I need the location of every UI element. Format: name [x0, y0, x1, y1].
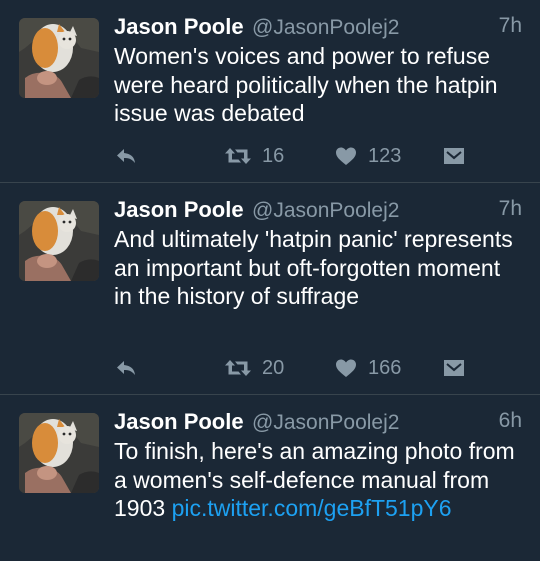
tweet-text: To finish, here's an amazing photo from …	[114, 437, 524, 523]
tweet-text: Women's voices and power to refuse were …	[114, 43, 498, 126]
like-button[interactable]: 166	[334, 353, 401, 383]
tweet-actions: 20 166	[114, 353, 534, 383]
tweet[interactable]: Jason Poole @JasonPoolej2 7h And ultimat…	[0, 183, 540, 395]
tweet[interactable]: Jason Poole @JasonPoolej2 7h Women's voi…	[0, 0, 540, 183]
reply-icon	[114, 356, 138, 380]
author-name[interactable]: Jason Poole	[114, 409, 244, 434]
reply-button[interactable]	[114, 353, 138, 383]
tweet-header: Jason Poole @JasonPoolej2 7h	[114, 14, 522, 42]
timeline: Jason Poole @JasonPoolej2 7h Women's voi…	[0, 0, 540, 561]
like-count: 166	[368, 356, 402, 379]
author-handle[interactable]: @JasonPoolej2	[252, 411, 399, 434]
tweet-actions: 16 123	[114, 141, 534, 171]
retweet-button[interactable]: 16	[224, 141, 284, 171]
reply-icon	[114, 144, 138, 168]
reply-button[interactable]	[114, 141, 138, 171]
direct-message-icon	[442, 144, 466, 168]
heart-icon	[334, 144, 358, 168]
direct-message-icon	[442, 356, 466, 380]
direct-message-button[interactable]	[442, 353, 466, 383]
author-handle[interactable]: @JasonPoolej2	[252, 16, 399, 39]
author-name[interactable]: Jason Poole	[114, 14, 244, 39]
like-count: 123	[368, 144, 402, 167]
retweet-count: 16	[262, 144, 285, 167]
retweet-icon	[224, 144, 252, 168]
tweet-text: And ultimately 'hatpin panic' represents…	[114, 226, 513, 309]
tweet-header: Jason Poole @JasonPoolej2 7h	[114, 197, 522, 225]
author-name[interactable]: Jason Poole	[114, 197, 244, 222]
retweet-count: 20	[262, 356, 285, 379]
avatar[interactable]	[19, 413, 99, 493]
tweet-timestamp[interactable]: 6h	[499, 409, 522, 433]
like-button[interactable]: 123	[334, 141, 401, 171]
author-handle[interactable]: @JasonPoolej2	[252, 199, 399, 222]
retweet-icon	[224, 356, 252, 380]
tweet-link[interactable]: pic.twitter.com/geBfT51pY6	[172, 495, 452, 521]
heart-icon	[334, 356, 358, 380]
tweet-header: Jason Poole @JasonPoolej2 6h	[114, 409, 522, 437]
retweet-button[interactable]: 20	[224, 353, 284, 383]
tweet-timestamp[interactable]: 7h	[499, 14, 522, 38]
tweet[interactable]: Jason Poole @JasonPoolej2 6h To finish, …	[0, 395, 540, 561]
direct-message-button[interactable]	[442, 141, 466, 171]
avatar[interactable]	[19, 18, 99, 98]
tweet-timestamp[interactable]: 7h	[499, 197, 522, 221]
avatar[interactable]	[19, 201, 99, 281]
